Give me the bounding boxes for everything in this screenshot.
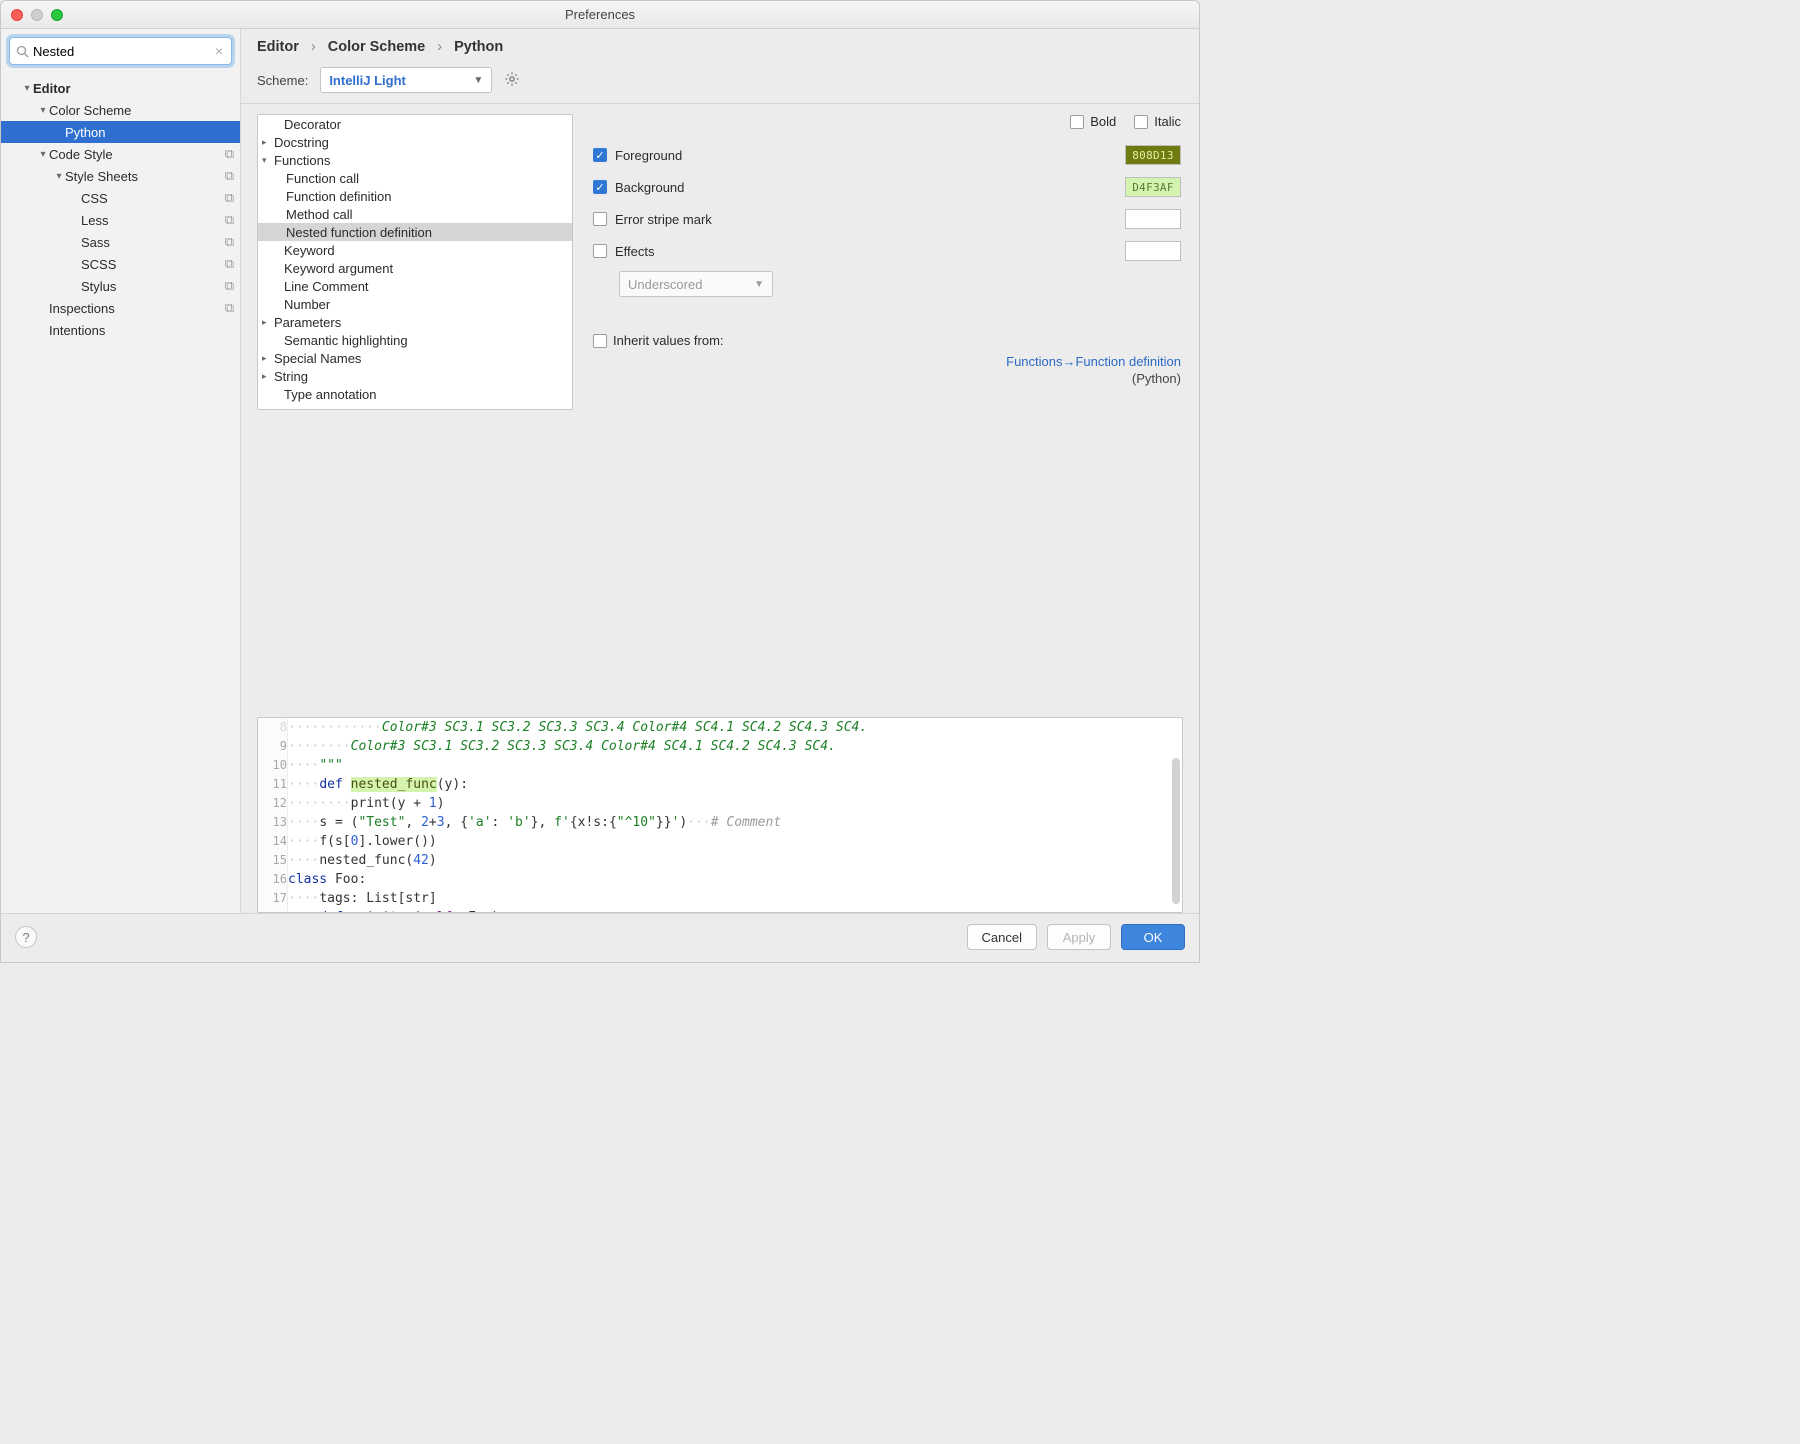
scrollbar[interactable] (1172, 758, 1180, 904)
bold-checkbox[interactable]: Bold (1070, 114, 1116, 129)
sidebar-item-css[interactable]: CSS⧉ (1, 187, 240, 209)
foreground-label: Foreground (615, 148, 682, 163)
sidebar-item-code-style[interactable]: ▾Code Style⧉ (1, 143, 240, 165)
cat-method-call[interactable]: Method call (258, 205, 572, 223)
foreground-swatch[interactable]: 808D13 (1125, 145, 1181, 165)
search-input[interactable]: × (9, 37, 232, 65)
inherit-sub: (Python) (593, 371, 1181, 386)
inherit-checkbox[interactable]: Inherit values from: (593, 333, 1181, 348)
ok-button[interactable]: OK (1121, 924, 1185, 950)
cat-type-ann[interactable]: Type annotation (258, 385, 572, 403)
sidebar-item-python[interactable]: Python (1, 121, 240, 143)
error-stripe-label: Error stripe mark (615, 212, 712, 227)
cat-special-names[interactable]: ▸Special Names (258, 349, 572, 367)
category-list[interactable]: Decorator ▸Docstring ▾Functions Function… (257, 114, 573, 410)
breadcrumb-color-scheme[interactable]: Color Scheme (328, 39, 426, 55)
effects-checkbox[interactable] (593, 244, 607, 258)
italic-checkbox[interactable]: Italic (1134, 114, 1181, 129)
cancel-button[interactable]: Cancel (967, 924, 1037, 950)
cat-function-call[interactable]: Function call (258, 169, 572, 187)
config-scope-icon: ⧉ (225, 256, 234, 272)
window-title: Preferences (1, 7, 1199, 22)
sidebar-item-stylus[interactable]: Stylus⧉ (1, 275, 240, 297)
help-button[interactable]: ? (15, 926, 37, 948)
chevron-right-icon: › (311, 39, 316, 55)
cat-line-comment[interactable]: Line Comment (258, 277, 572, 295)
search-field[interactable] (33, 44, 209, 59)
error-stripe-checkbox[interactable] (593, 212, 607, 226)
cat-keyword-arg[interactable]: Keyword argument (258, 259, 572, 277)
footer: ? Cancel Apply OK (1, 913, 1199, 962)
chevron-down-icon: ▼ (754, 279, 764, 290)
effects-swatch[interactable] (1125, 241, 1181, 261)
background-label: Background (615, 180, 684, 195)
breadcrumb: Editor › Color Scheme › Python (241, 29, 1199, 61)
config-scope-icon: ⧉ (225, 234, 234, 250)
cat-number[interactable]: Number (258, 295, 572, 313)
sidebar-item-less[interactable]: Less⧉ (1, 209, 240, 231)
sidebar: × ▾Editor ▾Color Scheme Python ▾Code Sty… (1, 29, 241, 913)
cat-keyword[interactable]: Keyword (258, 241, 572, 259)
cat-functions[interactable]: ▾Functions (258, 151, 572, 169)
config-scope-icon: ⧉ (225, 190, 234, 206)
scheme-row: Scheme: IntelliJ Light ▼ (241, 61, 1199, 104)
sidebar-item-editor[interactable]: ▾Editor (1, 77, 240, 99)
background-swatch[interactable]: D4F3AF (1125, 177, 1181, 197)
sidebar-item-color-scheme[interactable]: ▾Color Scheme (1, 99, 240, 121)
cat-docstring[interactable]: ▸Docstring (258, 133, 572, 151)
chevron-down-icon: ▼ (473, 75, 483, 86)
config-scope-icon: ⧉ (225, 278, 234, 294)
titlebar: Preferences (1, 1, 1199, 29)
foreground-checkbox[interactable]: ✓ (593, 148, 607, 162)
sidebar-item-sass[interactable]: Sass⧉ (1, 231, 240, 253)
cat-function-def[interactable]: Function definition (258, 187, 572, 205)
cat-nested-func-def[interactable]: Nested function definition (258, 223, 572, 241)
config-scope-icon: ⧉ (225, 168, 234, 184)
breadcrumb-python: Python (454, 39, 503, 55)
clear-search-icon[interactable]: × (213, 43, 225, 59)
config-scope-icon: ⧉ (225, 300, 234, 316)
effects-label: Effects (615, 244, 655, 259)
chevron-right-icon: › (437, 39, 442, 55)
background-checkbox[interactable]: ✓ (593, 180, 607, 194)
cat-parameters[interactable]: ▸Parameters (258, 313, 572, 331)
settings-tree: ▾Editor ▾Color Scheme Python ▾Code Style… (1, 73, 240, 341)
effects-kind-select[interactable]: Underscored ▼ (619, 271, 773, 297)
search-icon (16, 45, 29, 58)
inherit-link[interactable]: Functions→Function definition (1006, 354, 1181, 369)
attributes-panel: Bold Italic ✓ Foreground 808D13 ✓ Backgrou… (587, 104, 1199, 717)
main-panel: Editor › Color Scheme › Python Scheme: I… (241, 29, 1199, 913)
gear-icon[interactable] (504, 71, 520, 90)
sidebar-item-scss[interactable]: SCSS⧉ (1, 253, 240, 275)
cat-decorator[interactable]: Decorator (258, 115, 572, 133)
scheme-label: Scheme: (257, 73, 308, 88)
scheme-value: IntelliJ Light (329, 73, 406, 88)
breadcrumb-editor[interactable]: Editor (257, 39, 299, 55)
config-scope-icon: ⧉ (225, 146, 234, 162)
preferences-window: Preferences × ▾Editor ▾Color Scheme Pyth… (0, 0, 1200, 963)
apply-button[interactable]: Apply (1047, 924, 1111, 950)
sidebar-item-intentions[interactable]: Intentions (1, 319, 240, 341)
gutter: 89101112131415161718 (258, 718, 288, 912)
sidebar-item-inspections[interactable]: Inspections⧉ (1, 297, 240, 319)
config-scope-icon: ⧉ (225, 212, 234, 228)
code-lines: ············Color#3 SC3.1 SC3.2 SC3.3 SC… (288, 718, 1182, 913)
scheme-select[interactable]: IntelliJ Light ▼ (320, 67, 492, 93)
code-preview[interactable]: 89101112131415161718 ············Color#3… (257, 717, 1183, 913)
sidebar-item-style-sheets[interactable]: ▾Style Sheets⧉ (1, 165, 240, 187)
error-stripe-swatch[interactable] (1125, 209, 1181, 229)
cat-semantic[interactable]: Semantic highlighting (258, 331, 572, 349)
cat-string[interactable]: ▸String (258, 367, 572, 385)
